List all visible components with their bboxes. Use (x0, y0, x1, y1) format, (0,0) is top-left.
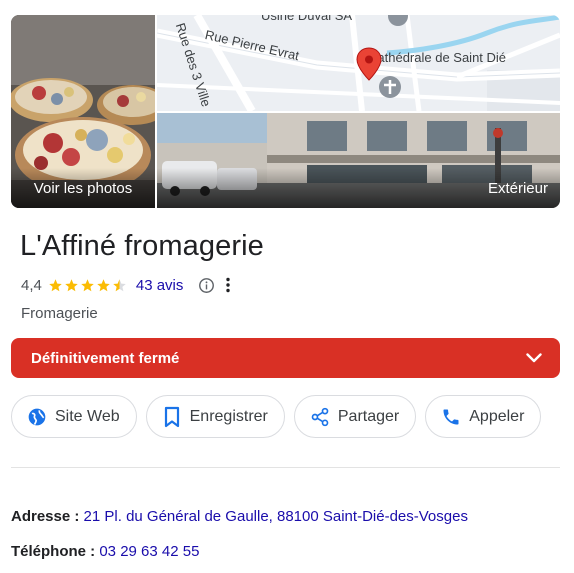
map-place-label: Cathédrale de Saint Dié (368, 50, 507, 65)
website-button[interactable]: Site Web (11, 395, 137, 438)
action-buttons: Site Web Enregistrer Partager Appeler (11, 395, 542, 438)
exterior-caption: Extérieur (157, 168, 560, 208)
website-label: Site Web (55, 407, 120, 425)
half-star-icon (113, 278, 126, 291)
share-label: Partager (337, 407, 400, 425)
map-place-label: Usine Duval SA (261, 15, 353, 23)
media-gallery: Voir les photos Usine Duval SA Rue Pierr… (11, 15, 560, 208)
address-label: Adresse : (11, 508, 80, 525)
share-button[interactable]: Partager (293, 395, 417, 438)
star-icon (97, 278, 110, 291)
bookmark-icon (161, 406, 183, 428)
map-tile[interactable]: Usine Duval SA Rue Pierre Evrat Rue des … (157, 15, 560, 111)
save-label: Enregistrer (189, 407, 268, 425)
save-button[interactable]: Enregistrer (145, 395, 285, 438)
section-divider (11, 467, 560, 468)
more-options-icon[interactable] (219, 276, 237, 294)
phone-link[interactable]: 03 29 63 42 55 (99, 543, 199, 560)
rating-row: 4,4 43 avis (21, 275, 237, 295)
exterior-tile[interactable]: Extérieur (157, 113, 560, 208)
address-link[interactable]: 21 Pl. du Général de Gaulle, 88100 Saint… (84, 508, 468, 525)
permanently-closed-banner[interactable]: Définitivement fermé (11, 338, 560, 378)
photos-caption: Voir les photos (11, 168, 155, 208)
call-label: Appeler (469, 407, 525, 425)
phone-label: Téléphone : (11, 543, 96, 560)
rating-value: 4,4 (21, 276, 42, 294)
star-icon (49, 278, 62, 291)
star-rating (48, 278, 127, 293)
star-icon (65, 278, 78, 291)
business-category: Fromagerie (21, 305, 98, 322)
reviews-link[interactable]: 43 avis (136, 277, 184, 294)
map-pin-icon[interactable] (356, 47, 382, 81)
info-icon[interactable] (197, 276, 215, 294)
star-icon (81, 278, 94, 291)
chevron-down-icon (526, 353, 542, 363)
call-button[interactable]: Appeler (425, 395, 542, 438)
business-title: L'Affiné fromagerie (20, 230, 264, 262)
globe-icon (26, 406, 48, 428)
share-icon (309, 406, 331, 428)
phone-icon (440, 406, 462, 428)
closed-status-label: Définitivement fermé (31, 349, 180, 367)
phone-row: Téléphone : 03 29 63 42 55 (11, 543, 199, 560)
photos-tile[interactable]: Voir les photos (11, 15, 155, 208)
address-row: Adresse : 21 Pl. du Général de Gaulle, 8… (11, 508, 468, 525)
